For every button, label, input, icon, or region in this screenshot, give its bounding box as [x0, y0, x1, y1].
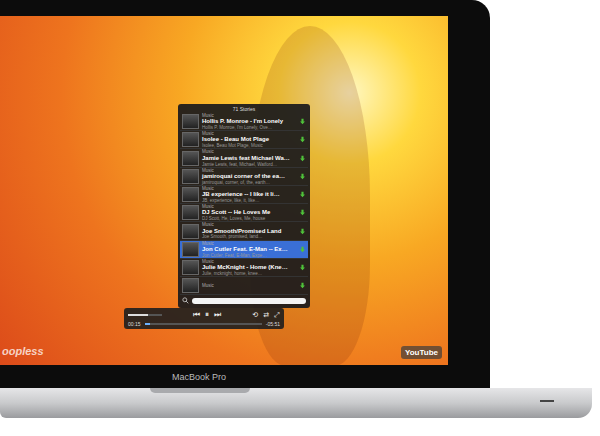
download-icon[interactable] [299, 155, 306, 162]
item-text: Music Hollis P. Monroe - I'm Lonely Holl… [202, 113, 296, 130]
download-icon[interactable] [299, 228, 306, 235]
item-category: Music [202, 204, 296, 209]
thumbnail [182, 114, 199, 129]
item-subtitle: DJ Scott, He, Loves, Me, house [202, 216, 296, 221]
option-button[interactable]: ⤢ [274, 310, 280, 320]
item-title: Joe Smooth/Promised Land [202, 228, 296, 235]
playlist-item[interactable]: Music jamiroquai corner of the ea… jamir… [180, 168, 308, 186]
item-title: DJ Scott -- He Loves Me [202, 209, 296, 216]
download-icon[interactable] [299, 118, 306, 125]
item-text: Music Julie McKnight - Home (Kne… Julie,… [202, 259, 296, 276]
thumbnail [182, 187, 199, 202]
item-text: Music Jon Cutler Feat. E-Man -- Ex… Jon … [202, 241, 296, 258]
item-text: Music [202, 283, 296, 288]
progress-bar[interactable] [145, 323, 262, 325]
item-subtitle: Isolee, Beau Mot Plage, Music [202, 143, 296, 148]
playlist-item[interactable]: Music Jon Cutler Feat. E-Man -- Ex… Jon … [180, 241, 308, 259]
search-bar [180, 295, 308, 306]
item-subtitle: JB, experience, like, it, like… [202, 198, 296, 203]
playlist-item[interactable]: Music [180, 277, 308, 295]
playlist-item[interactable]: Music Jamie Lewis feat Michael Wa… Jamie… [180, 149, 308, 167]
player-controls: ⏮ ⏸ ⏭ ⟲ ⇄ ⤢ 00:15 -05:51 [124, 308, 284, 329]
item-subtitle: Joe Smooth, promised, land… [202, 234, 296, 239]
playlist-item[interactable]: Music Julie McKnight - Home (Kne… Julie,… [180, 259, 308, 277]
item-category: Music [202, 149, 296, 154]
playlist-item[interactable]: Music Isolee - Beau Mot Plage Isolee, Be… [180, 131, 308, 149]
playlist-item[interactable]: Music Joe Smooth/Promised Land Joe Smoot… [180, 222, 308, 240]
thumbnail [182, 278, 199, 293]
playlist-list: Music Hollis P. Monroe - I'm Lonely Holl… [180, 113, 308, 295]
option-button[interactable]: ⟲ [252, 310, 258, 320]
item-text: Music jamiroquai corner of the ea… jamir… [202, 168, 296, 185]
thumbnail [182, 151, 199, 166]
thumbnail [182, 242, 199, 257]
volume-slider[interactable] [128, 314, 162, 316]
download-icon[interactable] [299, 282, 306, 289]
youtube-logo[interactable]: YouTube [401, 346, 442, 359]
option-button[interactable]: ⇄ [263, 310, 269, 320]
item-title: JB experience -- I like it li… [202, 191, 296, 198]
item-category: Music [202, 222, 296, 227]
transport-button[interactable]: ⏸ [205, 310, 209, 320]
item-category: Music [202, 283, 296, 288]
thumbnail [182, 205, 199, 220]
item-category: Music [202, 259, 296, 264]
playlist-header: 71 Stories [180, 105, 308, 113]
item-text: Music Jamie Lewis feat Michael Wa… Jamie… [202, 149, 296, 166]
item-title: Jon Cutler Feat. E-Man -- Ex… [202, 246, 296, 253]
item-text: Music Isolee - Beau Mot Plage Isolee, Be… [202, 131, 296, 148]
thumbnail [182, 132, 199, 147]
download-icon[interactable] [299, 264, 306, 271]
playlist-item[interactable]: Music JB experience -- I like it li… JB,… [180, 186, 308, 204]
item-category: Music [202, 131, 296, 136]
thumbnail [182, 260, 199, 275]
download-icon[interactable] [299, 191, 306, 198]
indicator-light [540, 400, 554, 402]
remaining-time: -05:51 [266, 321, 280, 327]
item-subtitle: Jamie Lewis, feat, Michael, Watford… [202, 162, 296, 167]
playlist-panel: 71 Stories Music Hollis P. Monroe - I'm … [178, 104, 310, 308]
download-icon[interactable] [299, 246, 306, 253]
item-title: Hollis P. Monroe - I'm Lonely [202, 118, 296, 125]
item-text: Music JB experience -- I like it li… JB,… [202, 186, 296, 203]
thumb-groove [150, 388, 250, 393]
item-title: Julie McKnight - Home (Kne… [202, 264, 296, 271]
item-category: Music [202, 241, 296, 246]
item-category: Music [202, 186, 296, 191]
thumbnail [182, 224, 199, 239]
playlist-item[interactable]: Music Hollis P. Monroe - I'm Lonely Holl… [180, 113, 308, 131]
playlist-item[interactable]: Music DJ Scott -- He Loves Me DJ Scott, … [180, 204, 308, 222]
laptop-chin: MacBook Pro [0, 365, 448, 388]
download-icon[interactable] [299, 173, 306, 180]
download-icon[interactable] [299, 209, 306, 216]
item-title: jamiroquai corner of the ea… [202, 173, 296, 180]
thumbnail [182, 169, 199, 184]
item-title: Jamie Lewis feat Michael Wa… [202, 155, 296, 162]
video-screen: oopless YouTube 71 Stories Music Hollis … [0, 16, 448, 365]
item-category: Music [202, 168, 296, 173]
item-subtitle: jamiroquai, corner, of, the, earth… [202, 180, 296, 185]
laptop-scene: oopless YouTube 71 Stories Music Hollis … [0, 0, 600, 436]
laptop-lid: oopless YouTube 71 Stories Music Hollis … [0, 0, 490, 388]
device-label: MacBook Pro [172, 372, 226, 382]
item-title: Isolee - Beau Mot Plage [202, 136, 296, 143]
search-icon [182, 297, 189, 304]
download-icon[interactable] [299, 136, 306, 143]
item-subtitle: Jon Cutler, Feat, E-Man, Expe… [202, 253, 296, 258]
transport-button[interactable]: ⏮ [193, 310, 200, 320]
laptop-base [0, 388, 592, 418]
elapsed-time: 00:15 [128, 321, 141, 327]
item-text: Music DJ Scott -- He Loves Me DJ Scott, … [202, 204, 296, 221]
item-subtitle: Julie, mcknight, home, knee… [202, 271, 296, 276]
search-field[interactable] [192, 298, 306, 304]
transport-button[interactable]: ⏭ [214, 310, 221, 320]
item-text: Music Joe Smooth/Promised Land Joe Smoot… [202, 222, 296, 239]
item-category: Music [202, 113, 296, 118]
video-watermark: oopless [2, 345, 44, 357]
item-subtitle: Hollis P. Monroe, I'm Lonely, Ove… [202, 125, 296, 130]
